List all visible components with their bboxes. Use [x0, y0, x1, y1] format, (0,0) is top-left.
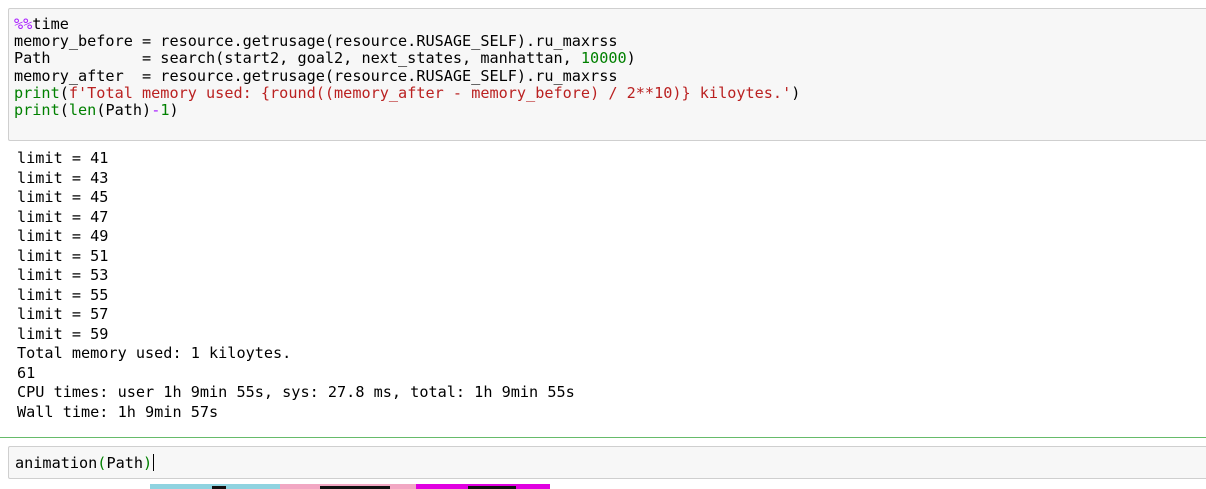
output-line: limit = 49: [17, 227, 109, 245]
code-one-number: 1: [160, 101, 170, 120]
code-line-path-prefix: Path = search(start2, goal2, next_states…: [14, 49, 581, 68]
code-editor-active[interactable]: animation(Path): [15, 454, 155, 472]
output-line: limit = 57: [17, 305, 109, 323]
code-paren-open: (: [59, 83, 69, 102]
output-line: limit = 45: [17, 188, 109, 206]
code-animation-func: animation: [15, 454, 98, 472]
output-memory-line: Total memory used: 1 kiloytes.: [17, 344, 292, 362]
code-line-memory-after: memory_after = resource.getrusage(resour…: [14, 66, 618, 85]
code-print-func: print: [14, 83, 60, 102]
output-wall-time: Wall time: 1h 9min 57s: [17, 402, 219, 421]
code-len-arg: (Path): [96, 101, 152, 120]
code-paren-close-matched: ): [143, 454, 153, 472]
code-editor[interactable]: %%time memory_before = resource.getrusag…: [14, 15, 801, 120]
code-cell-time-search[interactable]: %%time memory_before = resource.getrusag…: [8, 8, 1206, 141]
output-line: limit = 59: [17, 324, 109, 343]
code-print-func-2: print: [14, 101, 60, 120]
output-text: limit = 41 limit = 43 limit = 45 limit =…: [17, 149, 1197, 422]
code-number-limit: 10000: [580, 49, 627, 68]
magic-prefix: %%: [14, 15, 33, 33]
code-line-path-suffix: ): [626, 49, 636, 68]
code-animation-arg: Path: [106, 454, 144, 472]
code-fstring: f'Total memory used: {round((memory_afte…: [68, 83, 792, 102]
code-line-memory-before: memory_before = resource.getrusage(resou…: [14, 32, 618, 51]
text-cursor: [153, 454, 155, 471]
code-paren-close: ): [791, 83, 801, 102]
output-path-length: 61: [17, 363, 36, 382]
output-line: limit = 55: [17, 285, 109, 304]
output-cpu-times: CPU times: user 1h 9min 55s, sys: 27.8 m…: [17, 383, 575, 401]
code-len-func: len: [68, 101, 97, 120]
code-minus-op: -: [151, 101, 161, 120]
output-line: limit = 51: [17, 246, 109, 265]
output-line: limit = 53: [17, 266, 109, 284]
notebook: %%time memory_before = resource.getrusag…: [0, 0, 1206, 489]
output-line: limit = 43: [17, 168, 109, 187]
cell-output: limit = 41 limit = 43 limit = 45 limit =…: [17, 149, 1197, 425]
code-cell-animation[interactable]: animation(Path): [8, 446, 1206, 479]
magic-name: time: [32, 15, 69, 33]
code-paren-open-2: (: [59, 101, 69, 120]
animation-output-preview: [150, 484, 550, 489]
output-line: limit = 41: [17, 149, 109, 167]
code-paren-close-2: ): [169, 101, 179, 120]
output-line: limit = 47: [17, 207, 109, 226]
selected-cell-border: [0, 437, 1206, 438]
